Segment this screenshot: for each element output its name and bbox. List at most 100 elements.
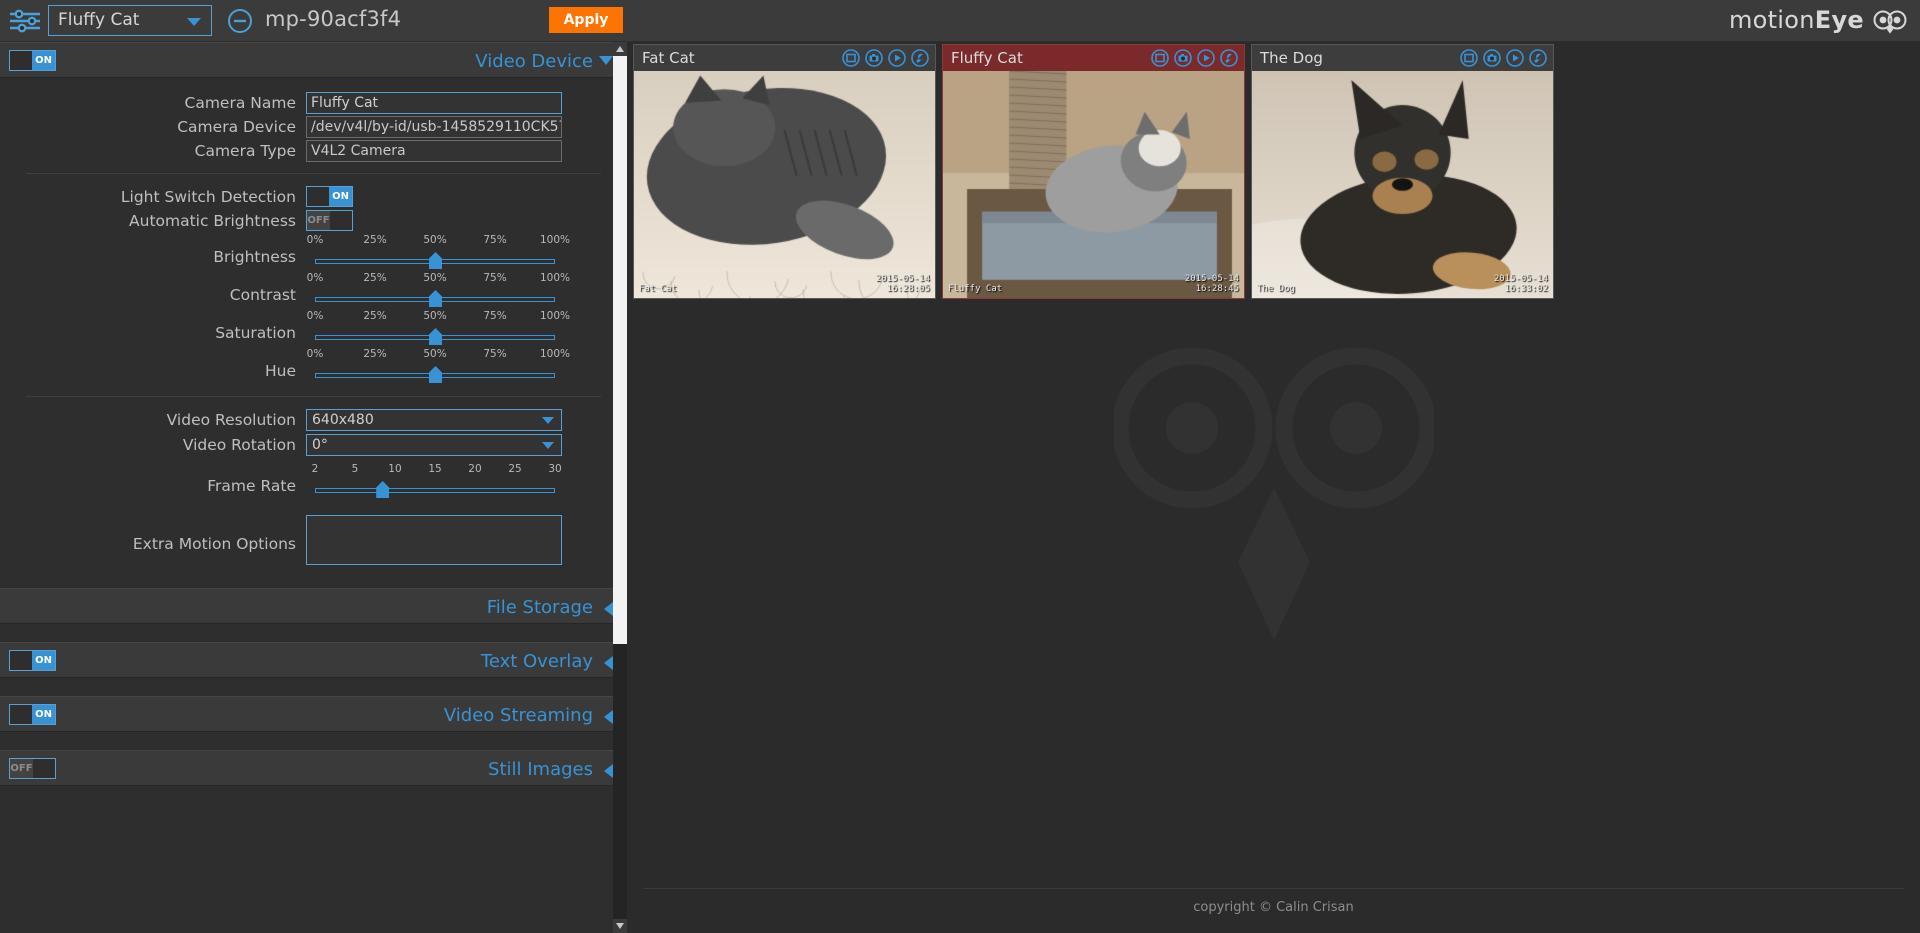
light-switch-detection-label: Light Switch Detection xyxy=(0,186,296,208)
chevron-left-icon xyxy=(604,602,613,616)
video-resolution-select[interactable]: 640x480 xyxy=(306,409,562,431)
camera-video-frame[interactable]: Fat Cat2015-05-1416:28:05 xyxy=(634,71,935,298)
slider-tick: 25% xyxy=(363,310,386,322)
slider-tick: 50% xyxy=(423,310,446,322)
camera-video-image xyxy=(634,71,935,298)
row-camera-device: Camera Device /dev/v4l/by-id/usb-1458529… xyxy=(0,116,627,139)
copyright-label: copyright © Calin Crisan xyxy=(627,900,1920,915)
slider-tick: 30 xyxy=(548,463,561,475)
brightness-slider[interactable]: 0%25%50%75%100% xyxy=(315,234,555,272)
automatic-brightness-toggle[interactable]: OFF xyxy=(306,210,353,231)
toggle-label: OFF xyxy=(307,211,330,230)
section-title: Text Overlay xyxy=(481,651,593,672)
camera-video-image xyxy=(1252,71,1553,298)
video-streaming-enable-toggle[interactable]: ON xyxy=(9,704,56,725)
configure-icon[interactable] xyxy=(1220,49,1238,67)
slider-tick: 100% xyxy=(540,272,570,284)
hue-slider[interactable]: 0%25%50%75%100% xyxy=(315,348,555,386)
slider-handle[interactable] xyxy=(376,481,389,498)
camera-action-icons xyxy=(1151,49,1238,67)
settings-panel-scrollbar[interactable] xyxy=(613,42,627,933)
record-icon[interactable] xyxy=(888,49,906,67)
slider-track xyxy=(315,488,555,493)
fullscreen-icon[interactable] xyxy=(1151,49,1169,67)
slider-tick: 75% xyxy=(483,310,506,322)
scrollbar-thumb[interactable] xyxy=(613,56,627,644)
section-body-video-device: Camera Name Fluffy Cat Camera Device /de… xyxy=(0,78,627,580)
saturation-slider[interactable]: 0%25%50%75%100% xyxy=(315,310,555,348)
slider-tick: 100% xyxy=(540,310,570,322)
chevron-down-icon xyxy=(542,442,554,449)
section-header-video-streaming[interactable]: ON Video Streaming xyxy=(0,696,627,732)
slider-handle[interactable] xyxy=(429,252,442,269)
fullscreen-icon[interactable] xyxy=(842,49,860,67)
camera-timestamp-overlay: 2015-05-1416:33:02 xyxy=(1494,274,1548,294)
camera-date-overlay: 2015-05-14 xyxy=(876,274,930,284)
slider-handle[interactable] xyxy=(429,290,442,307)
frame-rate-slider[interactable]: 251015202530 xyxy=(315,463,555,501)
camera-video-frame[interactable]: The Dog2015-05-1416:33:02 xyxy=(1252,71,1553,298)
snapshot-icon[interactable] xyxy=(1174,49,1192,67)
extra-motion-options-textarea[interactable] xyxy=(306,515,562,565)
configure-icon[interactable] xyxy=(1529,49,1547,67)
configure-icon[interactable] xyxy=(911,49,929,67)
camera-header: Fat Cat xyxy=(634,45,935,71)
section-title: Still Images xyxy=(488,759,593,780)
section-header-file-storage[interactable]: File Storage xyxy=(0,588,627,624)
snapshot-icon[interactable] xyxy=(865,49,883,67)
camera-panel[interactable]: Fluffy CatFluffy Cat2015-05-1416:28:45 xyxy=(942,44,1245,299)
slider-tick: 25% xyxy=(363,272,386,284)
camera-panel[interactable]: The DogThe Dog2015-05-1416:33:02 xyxy=(1251,44,1554,299)
section-header-video-device[interactable]: ON Video Device xyxy=(0,42,627,78)
top-bar: Fluffy Cat mp-90acf3f4 Apply motionEye xyxy=(0,0,1920,42)
brand-light: motion xyxy=(1729,6,1815,34)
minus-circle-icon[interactable] xyxy=(227,8,253,34)
camera-title: Fluffy Cat xyxy=(951,49,1023,67)
camera-select[interactable]: Fluffy Cat xyxy=(48,5,212,36)
saturation-label: Saturation xyxy=(0,324,296,342)
slider-handle[interactable] xyxy=(429,328,442,345)
toggle-knob xyxy=(10,651,34,670)
slider-row-frame-rate: Frame Rate251015202530 xyxy=(0,463,627,501)
owl-logo-icon xyxy=(1872,8,1908,34)
video-rotation-select[interactable]: 0° xyxy=(306,434,562,456)
slider-tick: 75% xyxy=(483,234,506,246)
camera-panel[interactable]: Fat CatFat Cat2015-05-1416:28:05 xyxy=(633,44,936,299)
section-header-still-images[interactable]: OFF Still Images xyxy=(0,750,627,786)
scroll-up-button[interactable] xyxy=(613,42,627,56)
still-images-enable-toggle[interactable]: OFF xyxy=(9,758,56,779)
slider-tick: 15 xyxy=(428,463,441,475)
toggle-label: ON xyxy=(32,51,55,70)
divider xyxy=(26,173,601,174)
record-icon[interactable] xyxy=(1506,49,1524,67)
divider xyxy=(26,396,601,397)
text-overlay-enable-toggle[interactable]: ON xyxy=(9,650,56,671)
camera-device-input: /dev/v4l/by-id/usb-1458529110CK57Y xyxy=(306,116,562,138)
camera-name-overlay: Fluffy Cat xyxy=(948,284,1002,294)
scroll-down-button[interactable] xyxy=(613,919,627,933)
slider-handle[interactable] xyxy=(429,366,442,383)
toggle-knob xyxy=(328,211,352,230)
video-rotation-label: Video Rotation xyxy=(0,434,296,456)
fullscreen-icon[interactable] xyxy=(1460,49,1478,67)
record-icon[interactable] xyxy=(1197,49,1215,67)
frame-rate-slider-group: Frame Rate251015202530 xyxy=(0,463,627,501)
contrast-slider[interactable]: 0%25%50%75%100% xyxy=(315,272,555,310)
caret-down-icon xyxy=(616,923,624,929)
row-video-rotation: Video Rotation 0° xyxy=(0,434,627,457)
snapshot-icon[interactable] xyxy=(1483,49,1501,67)
camera-action-icons xyxy=(1460,49,1547,67)
apply-button[interactable]: Apply xyxy=(549,7,623,33)
camera-name-input[interactable]: Fluffy Cat xyxy=(306,92,562,114)
camera-video-frame[interactable]: Fluffy Cat2015-05-1416:28:45 xyxy=(943,71,1244,298)
video-device-enable-toggle[interactable]: ON xyxy=(9,50,56,71)
chevron-down-icon xyxy=(187,18,201,26)
camera-header: The Dog xyxy=(1252,45,1553,71)
caret-up-icon xyxy=(616,46,624,52)
sliders-icon[interactable] xyxy=(8,8,42,34)
toggle-knob xyxy=(307,187,331,206)
section-header-text-overlay[interactable]: ON Text Overlay xyxy=(0,642,627,678)
light-switch-detection-toggle[interactable]: ON xyxy=(306,186,353,207)
camera-time-overlay: 16:28:45 xyxy=(1185,284,1239,294)
slider-tick: 25% xyxy=(363,348,386,360)
